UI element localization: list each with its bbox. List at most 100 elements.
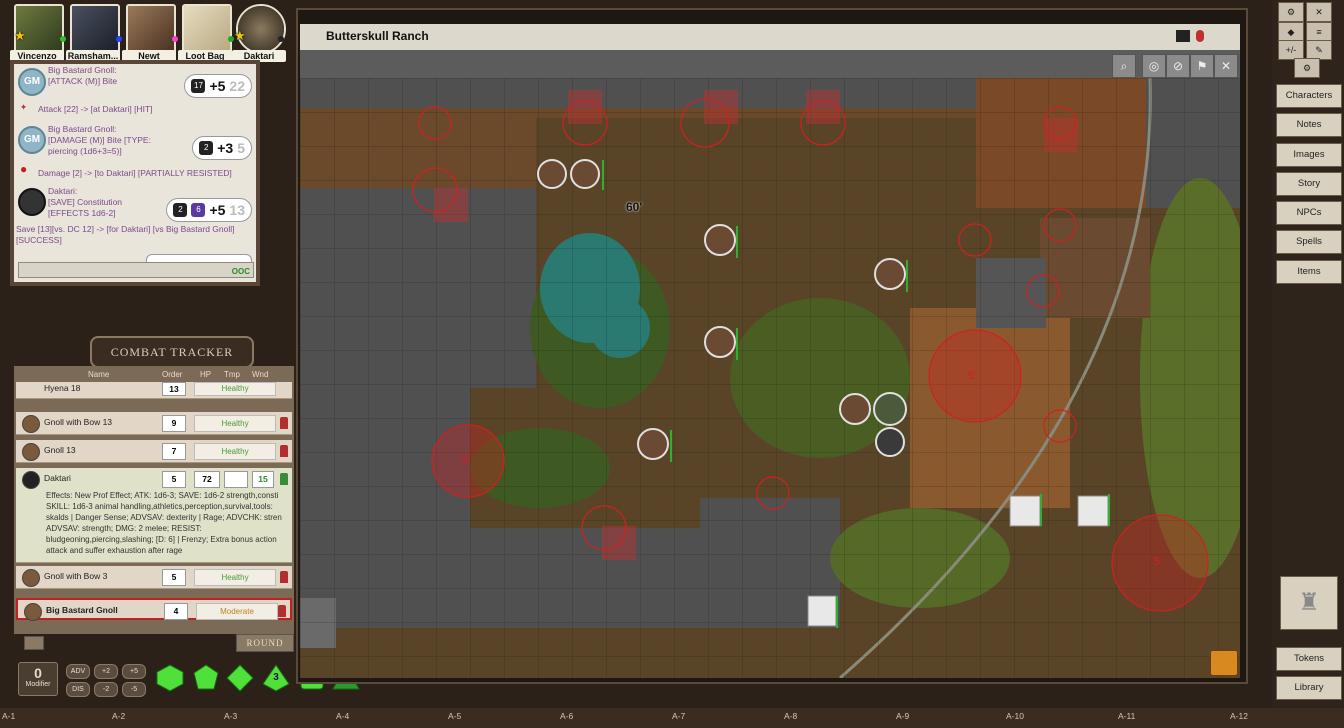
player-color-dot — [116, 36, 122, 42]
order-field[interactable]: 5 — [162, 471, 186, 488]
visibility-icon[interactable] — [280, 571, 288, 583]
hotkey-label[interactable]: A-4 — [336, 711, 349, 721]
plus5-button[interactable]: +5 — [122, 664, 146, 679]
hp-field[interactable]: 72 — [194, 471, 220, 488]
token-icon — [22, 415, 40, 433]
token-icon — [24, 603, 42, 621]
aura-label: 5' — [1154, 556, 1163, 568]
ooc-toggle[interactable]: OOC — [232, 267, 250, 276]
chat-message: Big Bastard Gnoll: [DAMAGE (M)] Bite [TYP… — [48, 124, 151, 156]
sidebar-characters[interactable]: Characters — [1276, 84, 1342, 108]
status-badge: Healthy — [194, 569, 276, 586]
gear-icon[interactable]: ⚙ — [1278, 2, 1304, 22]
sidebar-images[interactable]: Images — [1276, 143, 1342, 167]
mask-icon[interactable]: ⊘ — [1166, 54, 1190, 78]
modifier-box[interactable]: 0 Modifier — [18, 662, 58, 696]
collapse-icon[interactable] — [24, 636, 44, 650]
settings-icon[interactable]: ⚙ — [1294, 58, 1320, 78]
visibility-icon[interactable] — [280, 445, 288, 457]
table-row[interactable]: Gnoll with Bow 13 9 Healthy — [16, 412, 292, 435]
dice-roll-result: 2 6 +5 13 — [166, 198, 252, 222]
visibility-icon[interactable] — [280, 473, 288, 485]
combatant-name: Daktari — [44, 473, 71, 483]
table-row-active-turn[interactable]: Big Bastard Gnoll 4 Moderate — [16, 598, 292, 621]
col-header-name: Name — [88, 370, 110, 379]
hotkey-label[interactable]: A-7 — [672, 711, 685, 721]
battle-map[interactable]: 60' 5' 5' 5' — [300, 78, 1240, 678]
dice-roll-result: 2 +3 5 — [192, 136, 252, 160]
chat-message: Damage [2] -> [to Daktari] [PARTIALLY RE… — [38, 168, 232, 178]
d8-dice-icon[interactable]: 3 — [262, 664, 290, 692]
minus5-button[interactable]: -5 — [122, 682, 146, 697]
portrait-loot-bag[interactable] — [182, 4, 232, 54]
map-toolbar: ⌕ ◎ ⊘ ⚑ ✕ — [300, 50, 1240, 78]
table-row[interactable]: Gnoll with Bow 3 5 Healthy — [16, 566, 292, 589]
sidebar-story[interactable]: Story — [1276, 172, 1342, 196]
sidebar-library[interactable]: Library — [1276, 676, 1342, 700]
hotkey-label[interactable]: A-9 — [896, 711, 909, 721]
sidebar-tokens[interactable]: Tokens — [1276, 647, 1342, 671]
lock-icon[interactable] — [1196, 30, 1204, 42]
tool-icon[interactable]: ✎ — [1306, 40, 1332, 60]
visibility-icon[interactable] — [278, 605, 286, 617]
dis-button[interactable]: DIS — [66, 682, 90, 697]
order-field[interactable]: 5 — [162, 569, 186, 586]
portrait-newt[interactable] — [126, 4, 176, 54]
hotkey-label[interactable]: A-11 — [1118, 711, 1135, 721]
minus2-button[interactable]: -2 — [94, 682, 118, 697]
col-header-tmp: Tmp — [224, 370, 240, 379]
zoom-icon[interactable]: ⌕ — [1112, 54, 1136, 78]
sidebar-spells[interactable]: Spells — [1276, 230, 1342, 254]
sidebar-npcs[interactable]: NPCs — [1276, 201, 1342, 225]
order-field[interactable]: 9 — [162, 415, 186, 432]
adv-button[interactable]: ADV — [66, 664, 90, 679]
table-row[interactable]: Gnoll 13 7 Healthy — [16, 440, 292, 463]
sidebar-items[interactable]: Items — [1276, 260, 1342, 284]
bag-icon[interactable]: ◆ — [1278, 22, 1304, 42]
d10-dice-icon[interactable] — [226, 664, 254, 692]
col-header-hp: HP — [200, 370, 212, 379]
status-badge: Healthy — [194, 415, 276, 432]
hotkey-label[interactable]: A-1 — [2, 711, 15, 721]
visibility-icon[interactable] — [280, 417, 288, 429]
hotkey-label[interactable]: A-6 — [560, 711, 573, 721]
chat-message: Big Bastard Gnoll: [ATTACK (M)] Bite — [48, 65, 118, 86]
portrait-ramsham[interactable] — [70, 4, 120, 54]
tmp-field[interactable] — [224, 471, 248, 488]
d6-icon: 2 — [199, 141, 214, 155]
close-tools-icon[interactable]: ✕ — [1214, 54, 1238, 78]
dice-tower-icon[interactable] — [1210, 650, 1238, 676]
hotkey-label[interactable]: A-8 — [784, 711, 797, 721]
hotkey-label[interactable]: A-10 — [1006, 711, 1024, 721]
tower-icon[interactable]: ♜ — [1280, 576, 1338, 630]
table-row[interactable]: Hyena 18 13 Healthy — [16, 382, 292, 399]
d12-dice-icon[interactable] — [192, 664, 220, 692]
chat-input[interactable] — [18, 262, 254, 278]
order-field[interactable]: 13 — [162, 382, 186, 396]
chat-window: GM Big Bastard Gnoll: [ATTACK (M)] Bite 1… — [10, 60, 260, 286]
aura-label: 5' — [462, 454, 471, 466]
plus2-button[interactable]: +2 — [94, 664, 118, 679]
wounds-field[interactable]: 15 — [252, 471, 274, 488]
order-field[interactable]: 4 — [164, 603, 188, 620]
sidebar-notes[interactable]: Notes — [1276, 113, 1342, 137]
hotkey-label[interactable]: A-2 — [112, 711, 125, 721]
hotkey-label[interactable]: A-12 — [1230, 711, 1248, 721]
pointer-icon[interactable]: ⚑ — [1190, 54, 1214, 78]
share-icon[interactable] — [1176, 30, 1190, 42]
hotkey-label[interactable]: A-5 — [448, 711, 461, 721]
lock-icon[interactable]: ✕ — [1306, 2, 1332, 22]
scroll-icon[interactable]: ≡ — [1306, 22, 1332, 42]
d20-dice-icon[interactable] — [156, 664, 184, 692]
combat-tracker-title[interactable]: COMBAT TRACKER — [90, 336, 254, 368]
order-field[interactable]: 7 — [162, 443, 186, 460]
combatant-name: Big Bastard Gnoll — [46, 605, 118, 615]
d20-icon: 17 — [191, 79, 206, 93]
modifier-icon[interactable]: +/- — [1278, 40, 1304, 60]
distance-label: 60' — [626, 200, 643, 214]
target-icon[interactable]: ◎ — [1142, 54, 1166, 78]
table-row-active[interactable]: Daktari 5 72 15 Effects: New Prof Effect… — [16, 468, 292, 563]
next-round-button[interactable]: ROUND — [236, 634, 294, 652]
leader-star-icon: ★ — [14, 28, 26, 43]
hotkey-label[interactable]: A-3 — [224, 711, 237, 721]
